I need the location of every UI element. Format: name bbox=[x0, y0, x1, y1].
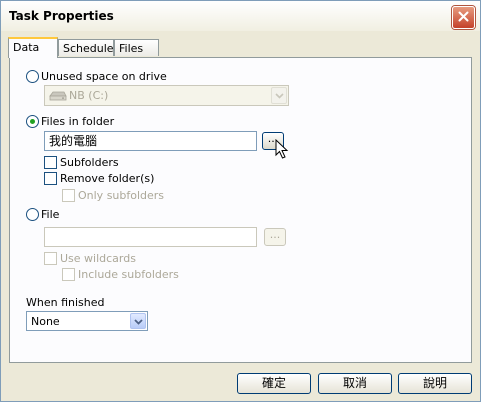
file-path-input bbox=[44, 227, 257, 247]
drive-icon bbox=[49, 90, 67, 104]
tab-schedule[interactable]: Schedule bbox=[58, 39, 114, 56]
drive-select: NB (C:) bbox=[44, 85, 289, 106]
file-label: File bbox=[41, 208, 60, 221]
close-button[interactable] bbox=[452, 6, 475, 29]
task-properties-dialog: Task Properties Data Schedule Files Unus… bbox=[0, 0, 481, 402]
chevron-down-icon bbox=[274, 89, 284, 102]
files-in-folder-label: Files in folder bbox=[41, 115, 115, 128]
when-finished-label: When finished bbox=[26, 296, 105, 309]
only-subfolders-label: Only subfolders bbox=[78, 189, 165, 202]
include-subfolders-label: Include subfolders bbox=[78, 268, 179, 281]
when-finished-select[interactable]: None bbox=[26, 311, 148, 331]
when-finished-value: None bbox=[31, 315, 60, 328]
unused-space-radio[interactable] bbox=[26, 70, 39, 83]
when-finished-dropdown-button[interactable] bbox=[130, 313, 146, 329]
use-wildcards-checkbox bbox=[44, 252, 57, 265]
remove-folders-label: Remove folder(s) bbox=[60, 172, 155, 185]
file-radio[interactable] bbox=[26, 208, 39, 221]
tab-files[interactable]: Files bbox=[114, 39, 159, 56]
ok-button[interactable]: 確定 bbox=[237, 373, 311, 394]
close-icon bbox=[458, 11, 469, 25]
chevron-down-icon bbox=[133, 315, 143, 328]
only-subfolders-checkbox bbox=[62, 189, 75, 202]
subfolders-checkbox[interactable] bbox=[44, 156, 57, 169]
title-bar[interactable]: Task Properties bbox=[1, 1, 480, 31]
drive-select-value: NB (C:) bbox=[69, 89, 109, 102]
drive-select-dropdown bbox=[271, 87, 287, 104]
include-subfolders-checkbox bbox=[62, 268, 75, 281]
remove-folders-checkbox[interactable] bbox=[44, 172, 57, 185]
mouse-cursor-icon bbox=[275, 138, 289, 163]
cancel-button[interactable]: 取消 bbox=[318, 373, 392, 394]
file-browse-button: ... bbox=[264, 228, 286, 246]
window-title: Task Properties bbox=[9, 9, 114, 23]
dialog-client: Data Schedule Files Unused space on driv… bbox=[2, 31, 479, 400]
folder-path-input[interactable]: 我的電腦 bbox=[44, 131, 257, 151]
unused-space-label: Unused space on drive bbox=[41, 70, 167, 83]
files-in-folder-radio[interactable] bbox=[26, 115, 39, 128]
data-tab-panel: Unused space on drive NB (C:) Files in f… bbox=[9, 57, 472, 363]
tab-data[interactable]: Data bbox=[8, 37, 58, 58]
help-button[interactable]: 說明 bbox=[398, 373, 472, 394]
use-wildcards-label: Use wildcards bbox=[60, 252, 136, 265]
subfolders-label: Subfolders bbox=[60, 156, 119, 169]
